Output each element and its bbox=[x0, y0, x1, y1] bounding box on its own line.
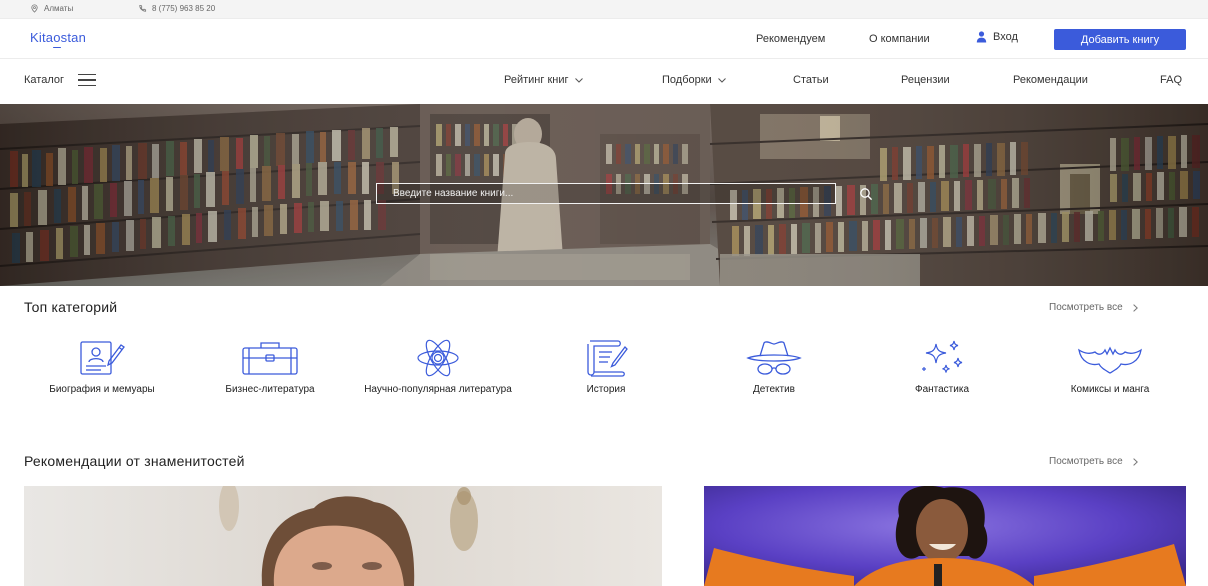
sparkles-icon bbox=[922, 340, 963, 373]
phone-icon bbox=[139, 4, 147, 12]
main-navigation: Каталог Рейтинг книг Подборки Статьи Рец… bbox=[0, 59, 1208, 104]
chevron-right-icon bbox=[1132, 303, 1138, 312]
category-label: История bbox=[586, 384, 626, 395]
celebrity-photo-image bbox=[24, 486, 662, 586]
category-label: Биография и мемуары bbox=[49, 384, 155, 395]
category-history[interactable]: История bbox=[531, 338, 681, 395]
category-label: Фантастика bbox=[914, 384, 970, 395]
celebrity-card-photo-woman[interactable] bbox=[704, 486, 1186, 586]
biography-icon bbox=[80, 341, 125, 375]
logo-text-part: stan bbox=[60, 30, 87, 45]
logo-text-part: Kita bbox=[30, 30, 54, 45]
catalog-menu-button[interactable]: Каталог bbox=[24, 74, 96, 86]
chevron-down-icon bbox=[717, 77, 726, 83]
celebrity-card-photo-man[interactable] bbox=[24, 486, 662, 586]
category-label: Бизнес-литература bbox=[225, 384, 315, 395]
see-all-label: Посмотреть все bbox=[1049, 456, 1123, 467]
chevron-down-icon bbox=[574, 77, 583, 83]
bat-icon bbox=[1078, 346, 1142, 374]
category-detective[interactable]: Детектив bbox=[699, 338, 849, 395]
nav-item-label: Подборки bbox=[662, 74, 712, 86]
nav-item-collections[interactable]: Подборки bbox=[662, 74, 726, 86]
user-icon bbox=[976, 31, 987, 43]
nav-item-rating[interactable]: Рейтинг книг bbox=[504, 74, 583, 86]
search-icon bbox=[860, 188, 873, 201]
phone-link[interactable]: 8 (775) 963 85 20 bbox=[138, 4, 215, 13]
top-info-bar: Алматы 8 (775) 963 85 20 bbox=[0, 0, 1208, 19]
category-business[interactable]: Бизнес-литература bbox=[195, 338, 345, 395]
nav-item-articles[interactable]: Статьи bbox=[793, 74, 829, 86]
detective-icon bbox=[746, 341, 802, 375]
login-label: Вход bbox=[993, 31, 1018, 43]
see-all-label: Посмотреть все bbox=[1049, 302, 1123, 313]
category-fantasy[interactable]: Фантастика bbox=[867, 338, 1017, 395]
category-biography[interactable]: Биография и мемуары bbox=[27, 338, 177, 395]
hero-banner bbox=[0, 104, 1208, 286]
book-search-input[interactable] bbox=[376, 183, 836, 204]
phone-number: 8 (775) 963 85 20 bbox=[152, 4, 216, 13]
chevron-right-icon bbox=[1132, 457, 1138, 466]
scroll-icon bbox=[587, 340, 628, 377]
celebrity-see-all-link[interactable]: Посмотреть все bbox=[1049, 456, 1138, 467]
top-categories-title: Топ категорий bbox=[24, 299, 118, 315]
nav-item-recommendations[interactable]: Рекомендации bbox=[1013, 74, 1088, 86]
category-label: Комиксы и манга bbox=[1070, 384, 1150, 395]
celebrity-recommendations-title: Рекомендации от знаменитостей bbox=[24, 453, 245, 469]
briefcase-icon bbox=[242, 342, 298, 375]
nav-item-label: Рейтинг книг bbox=[504, 74, 569, 86]
header-link-recommend[interactable]: Рекомендуем bbox=[756, 33, 825, 45]
category-label: Научно-популярная литература bbox=[364, 384, 512, 395]
header-link-about[interactable]: О компании bbox=[869, 33, 930, 45]
catalog-label: Каталог bbox=[24, 74, 64, 86]
logo-text-part: o bbox=[53, 30, 62, 48]
hamburger-icon bbox=[78, 74, 96, 86]
city-selector[interactable]: Алматы bbox=[30, 4, 73, 13]
top-categories-see-all-link[interactable]: Посмотреть все bbox=[1049, 302, 1138, 313]
login-link[interactable]: Вход bbox=[976, 31, 1018, 43]
atom-icon bbox=[417, 339, 459, 377]
category-label: Детектив bbox=[753, 384, 795, 395]
site-logo[interactable]: Kitaostan bbox=[30, 30, 87, 48]
category-comics-manga[interactable]: Комиксы и манга bbox=[1035, 338, 1185, 395]
site-header: Kitaostan Рекомендуем О компании Вход До… bbox=[0, 19, 1208, 59]
location-pin-icon bbox=[31, 4, 38, 13]
city-label: Алматы bbox=[44, 4, 74, 13]
nav-item-faq[interactable]: FAQ bbox=[1160, 74, 1182, 86]
category-popular-science[interactable]: Научно-популярная литература bbox=[363, 338, 513, 395]
add-book-button[interactable]: Добавить книгу bbox=[1054, 29, 1186, 50]
nav-item-reviews[interactable]: Рецензии bbox=[901, 74, 950, 86]
search-button[interactable] bbox=[856, 184, 876, 204]
celebrity-photo-image bbox=[704, 486, 1186, 586]
